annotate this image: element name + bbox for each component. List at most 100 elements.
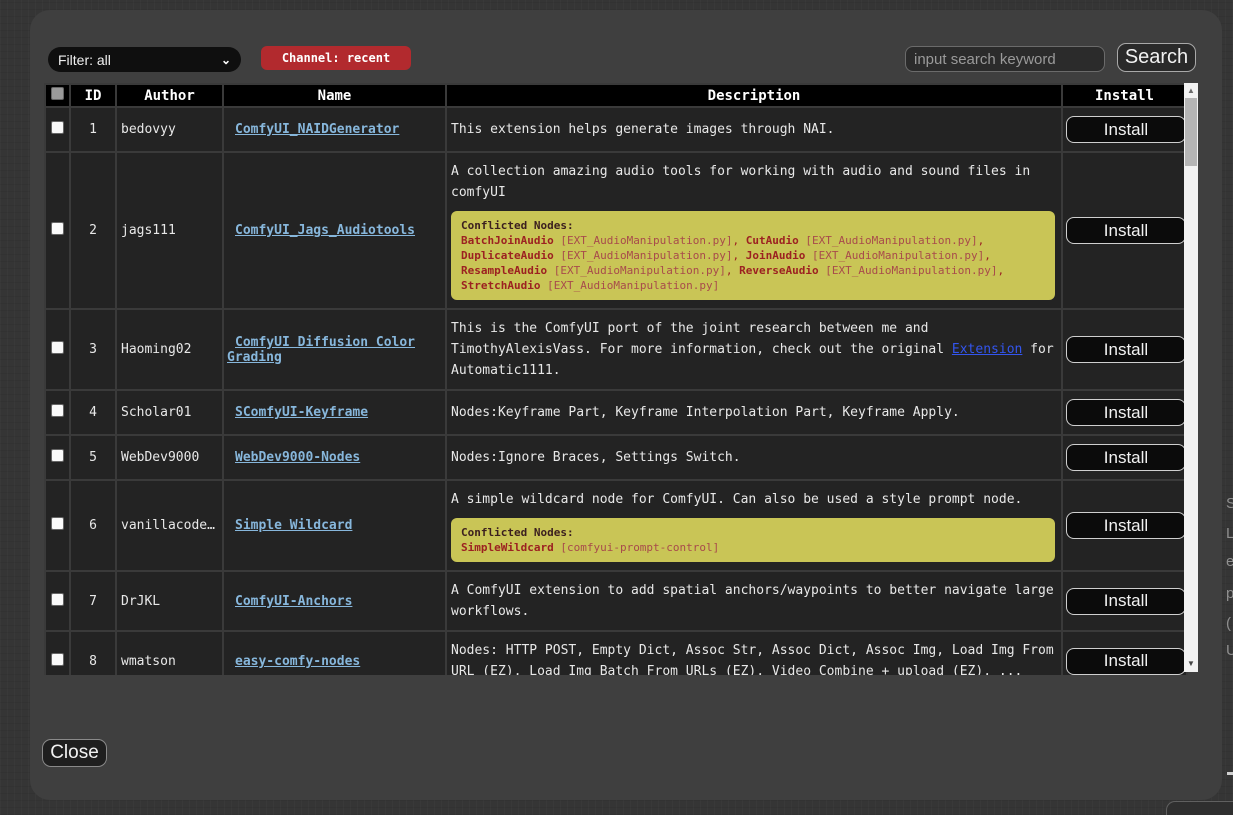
close-button-label: Close xyxy=(50,742,99,764)
install-button-label: Install xyxy=(1104,221,1148,241)
table-scrollbar[interactable]: ▲ ▼ xyxy=(1184,83,1198,672)
extension-name-link[interactable]: Simple Wildcard xyxy=(235,518,352,533)
install-button[interactable]: Install xyxy=(1066,588,1186,615)
row-author: Scholar01 xyxy=(117,391,222,434)
table-row: 3 Haoming02 ComfyUI Diffusion Color Grad… xyxy=(46,310,1186,389)
table-header-row: ID Author Name Description Install xyxy=(46,85,1186,106)
description-text: Nodes: HTTP POST, Empty Dict, Assoc Str,… xyxy=(451,640,1057,675)
scrollbar-thumb[interactable] xyxy=(1185,98,1197,166)
row-description: Nodes: HTTP POST, Empty Dict, Assoc Str,… xyxy=(447,632,1061,675)
row-description: A ComfyUI extension to add spatial ancho… xyxy=(447,572,1061,630)
row-author: Haoming02 xyxy=(117,310,222,389)
extension-name-link[interactable]: SComfyUI-Keyframe xyxy=(235,405,368,420)
conflict-node-name: BatchJoinAudio xyxy=(461,234,554,247)
description-text: Nodes:Keyframe Part, Keyframe Interpolat… xyxy=(451,402,1057,423)
table-row: 2 jags111 ComfyUI_Jags_Audiotools A coll… xyxy=(46,153,1186,308)
row-author: wmatson xyxy=(117,632,222,675)
row-id: 8 xyxy=(71,632,115,675)
scroll-up-icon[interactable]: ▲ xyxy=(1184,83,1198,98)
row-author: jags111 xyxy=(117,153,222,308)
install-button[interactable]: Install xyxy=(1066,217,1186,244)
conflict-node-name: CutAudio xyxy=(746,234,799,247)
conflict-node-name: DuplicateAudio xyxy=(461,249,554,262)
row-checkbox[interactable] xyxy=(51,404,64,417)
row-checkbox[interactable] xyxy=(51,517,64,530)
select-all-checkbox[interactable] xyxy=(51,87,64,100)
table-row: 5 WebDev9000 WebDev9000-Nodes Nodes:Igno… xyxy=(46,436,1186,479)
conflicted-nodes-box: Conflicted Nodes:SimpleWildcard [comfyui… xyxy=(451,518,1055,562)
install-button[interactable]: Install xyxy=(1066,116,1186,143)
install-button[interactable]: Install xyxy=(1066,648,1186,675)
install-button[interactable]: Install xyxy=(1066,399,1186,426)
description-text: This is the ComfyUI port of the joint re… xyxy=(451,318,1057,381)
table-row: 7 DrJKL ComfyUI-Anchors A ComfyUI extens… xyxy=(46,572,1186,630)
install-button[interactable]: Install xyxy=(1066,336,1186,363)
extension-name-link[interactable]: ComfyUI-Anchors xyxy=(235,594,352,609)
filter-select[interactable]: Filter: all ⌄ xyxy=(48,47,241,72)
row-checkbox[interactable] xyxy=(51,341,64,354)
description-text: A collection amazing audio tools for wor… xyxy=(451,161,1057,203)
install-button-label: Install xyxy=(1104,591,1148,611)
conflict-node-source: [EXT_AudioManipulation.py] xyxy=(554,249,733,262)
close-button[interactable]: Close xyxy=(42,739,107,767)
row-checkbox[interactable] xyxy=(51,222,64,235)
description-link[interactable]: Extension xyxy=(952,342,1022,357)
header-description: Description xyxy=(447,85,1061,106)
table-row: 6 vanillacode… Simple Wildcard A simple … xyxy=(46,481,1186,570)
extension-name-link[interactable]: ComfyUI_Jags_Audiotools xyxy=(235,223,415,238)
custom-nodes-table: ID Author Name Description Install 1 bed… xyxy=(44,83,1188,675)
edge-text-fragment: U xyxy=(1226,642,1233,659)
conflict-node-source: [EXT_AudioManipulation.py] xyxy=(819,264,998,277)
row-id: 1 xyxy=(71,108,115,151)
scroll-down-icon[interactable]: ▼ xyxy=(1184,656,1198,671)
custom-nodes-dialog: Filter: all ⌄ Channel: recent Search ID … xyxy=(30,10,1222,800)
row-author: vanillacode… xyxy=(117,481,222,570)
description-text: A ComfyUI extension to add spatial ancho… xyxy=(451,580,1057,622)
search-button-label: Search xyxy=(1125,46,1188,69)
install-button[interactable]: Install xyxy=(1066,444,1186,471)
row-description: A collection amazing audio tools for wor… xyxy=(447,153,1061,308)
row-checkbox[interactable] xyxy=(51,653,64,666)
extension-name-link[interactable]: ComfyUI_NAIDGenerator xyxy=(235,122,399,137)
row-description: This extension helps generate images thr… xyxy=(447,108,1061,151)
extension-name-link[interactable]: WebDev9000-Nodes xyxy=(235,450,360,465)
install-button[interactable]: Install xyxy=(1066,512,1186,539)
table-row: 8 wmatson easy-comfy-nodes Nodes: HTTP P… xyxy=(46,632,1186,675)
conflict-node-source: [EXT_AudioManipulation.py] xyxy=(805,249,984,262)
table-row: 1 bedovyy ComfyUI_NAIDGenerator This ext… xyxy=(46,108,1186,151)
conflict-node-name: JoinAudio xyxy=(746,249,806,262)
description-segment: This is the ComfyUI port of the joint re… xyxy=(451,321,952,357)
row-id: 7 xyxy=(71,572,115,630)
channel-badge-label: Channel: recent xyxy=(282,51,390,65)
search-button[interactable]: Search xyxy=(1117,43,1196,72)
edge-text-fragment: S xyxy=(1226,495,1233,512)
edge-text-fragment: L xyxy=(1226,525,1233,542)
description-text: This extension helps generate images thr… xyxy=(451,119,1057,140)
edge-text-fragment: ( xyxy=(1226,615,1231,632)
install-button-label: Install xyxy=(1104,120,1148,140)
search-input[interactable] xyxy=(905,46,1105,72)
conflict-node-source: [EXT_AudioManipulation.py] xyxy=(547,264,726,277)
extension-name-link[interactable]: easy-comfy-nodes xyxy=(235,654,360,669)
row-description: Nodes:Ignore Braces, Settings Switch. xyxy=(447,436,1061,479)
conflict-node-name: ReverseAudio xyxy=(739,264,818,277)
install-button-label: Install xyxy=(1104,448,1148,468)
conflicted-nodes-box: Conflicted Nodes:BatchJoinAudio [EXT_Aud… xyxy=(451,211,1055,300)
table-row: 4 Scholar01 SComfyUI-Keyframe Nodes:Keyf… xyxy=(46,391,1186,434)
row-author: DrJKL xyxy=(117,572,222,630)
row-checkbox[interactable] xyxy=(51,593,64,606)
conflicted-nodes-title: Conflicted Nodes: xyxy=(461,218,1045,233)
row-checkbox[interactable] xyxy=(51,449,64,462)
row-description: Nodes:Keyframe Part, Keyframe Interpolat… xyxy=(447,391,1061,434)
edge-text-fragment: p xyxy=(1226,585,1233,602)
channel-badge[interactable]: Channel: recent xyxy=(261,46,411,70)
header-id: ID xyxy=(71,85,115,106)
conflict-node-source: [EXT_AudioManipulation.py] xyxy=(554,234,733,247)
install-button-label: Install xyxy=(1104,516,1148,536)
header-author: Author xyxy=(117,85,222,106)
row-id: 2 xyxy=(71,153,115,308)
extension-name-link[interactable]: ComfyUI Diffusion Color Grading xyxy=(227,335,415,365)
partial-bottom-button[interactable] xyxy=(1166,801,1233,815)
row-checkbox[interactable] xyxy=(51,121,64,134)
description-text: A simple wildcard node for ComfyUI. Can … xyxy=(451,489,1057,510)
